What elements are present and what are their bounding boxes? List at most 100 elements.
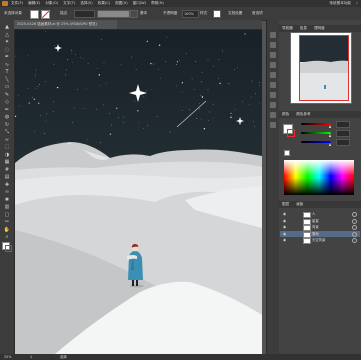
menu-help[interactable]: 帮助(H)	[151, 1, 164, 6]
target-icon[interactable]	[352, 238, 357, 243]
scale-tool-icon[interactable]: ⤡	[3, 129, 11, 135]
pencil-tool-icon[interactable]: ✏	[3, 107, 11, 113]
menu-edit[interactable]: 编辑(E)	[28, 1, 40, 6]
layer-row[interactable]: ◉ 背景	[280, 224, 360, 231]
artboard-number[interactable]: 1	[30, 354, 32, 360]
shape-builder-tool-icon[interactable]: ◑	[3, 152, 11, 158]
eye-icon[interactable]: ◉	[283, 232, 286, 236]
gradient-tool-icon[interactable]: ▤	[3, 174, 11, 180]
blue-slider[interactable]	[301, 141, 331, 143]
tab-navigator[interactable]: 导航器	[282, 26, 293, 30]
type-tool-icon[interactable]: T	[3, 69, 11, 75]
document-tab[interactable]: 2025-0426 插画素材.ai @ 25% (RGB/GPU 预览)	[14, 20, 117, 29]
blue-slider-handle[interactable]	[329, 143, 331, 146]
eye-icon[interactable]: ◉	[283, 219, 286, 223]
target-icon[interactable]	[352, 218, 357, 224]
line-tool-icon[interactable]: ╲	[3, 77, 11, 83]
properties-icon[interactable]	[270, 32, 276, 38]
width-tool-icon[interactable]: ≈	[3, 137, 11, 143]
stroke-color-swatch[interactable]	[287, 129, 295, 137]
green-slider[interactable]	[301, 132, 331, 134]
tab-info[interactable]: 信息	[300, 26, 307, 30]
shaper-tool-icon[interactable]: ◇	[3, 99, 11, 105]
preferences-button[interactable]: 首选项	[252, 11, 263, 16]
layer-row[interactable]: ◉ 天空背景	[280, 237, 360, 244]
target-icon[interactable]	[352, 225, 357, 230]
stroke-swatch[interactable]	[41, 10, 50, 19]
direct-selection-tool-icon[interactable]: △	[3, 32, 11, 38]
zoom-level[interactable]: 25%	[4, 354, 12, 360]
menu-window[interactable]: 窗口(W)	[133, 1, 147, 6]
green-value-field[interactable]	[336, 130, 350, 137]
gradient-icon[interactable]	[270, 92, 276, 98]
star-dot	[241, 100, 243, 102]
menu-select[interactable]: 选择(S)	[80, 1, 92, 6]
menu-type[interactable]: 文字(T)	[63, 1, 75, 6]
stroke-weight-field[interactable]	[74, 10, 95, 18]
tab-artboards[interactable]: 画板	[296, 202, 303, 206]
stroke-icon[interactable]	[270, 82, 276, 88]
eraser-tool-icon[interactable]: ◍	[3, 114, 11, 120]
column-graph-tool-icon[interactable]: ▥	[3, 204, 11, 210]
search-icon[interactable]: ⌕	[356, 1, 358, 6]
layer-row[interactable]: ◉ 雪地	[280, 230, 360, 238]
free-transform-tool-icon[interactable]: ⬚	[3, 144, 11, 150]
hand-tool-icon[interactable]: ✋	[3, 227, 11, 233]
menu-object[interactable]: 对象(O)	[45, 1, 58, 6]
workspace-switcher[interactable]: 传统基本功能	[329, 1, 351, 6]
red-value-field[interactable]	[336, 121, 350, 128]
eyedropper-tool-icon[interactable]: ✚	[3, 182, 11, 188]
target-icon[interactable]	[352, 231, 357, 237]
rectangle-tool-icon[interactable]: ▭	[3, 84, 11, 90]
color-spectrum[interactable]	[284, 160, 354, 195]
layer-row[interactable]: ◉ 星星	[280, 218, 360, 225]
layer-row[interactable]: ◉ 人	[280, 211, 360, 218]
red-slider[interactable]	[301, 123, 331, 125]
paintbrush-tool-icon[interactable]: ✎	[3, 92, 11, 98]
artboard-tool-icon[interactable]: ▢	[3, 212, 11, 218]
graphic-style-swatch[interactable]	[213, 10, 221, 18]
variable-width-field[interactable]	[97, 10, 130, 18]
tab-transparency[interactable]: 透明度	[314, 26, 325, 30]
mesh-tool-icon[interactable]: #	[3, 167, 11, 173]
blend-tool-icon[interactable]: ∞	[3, 189, 11, 195]
swatches-icon[interactable]	[270, 52, 276, 58]
selection-tool-icon[interactable]: ▲	[3, 24, 11, 30]
tab-color-guide[interactable]: 颜色参考	[296, 112, 310, 116]
menu-view[interactable]: 视图(V)	[115, 1, 127, 6]
blue-value-field[interactable]	[336, 139, 350, 146]
toolbar-stroke-swatch[interactable]	[5, 245, 12, 252]
slice-tool-icon[interactable]: ✂	[3, 219, 11, 225]
navigator-view-box[interactable]	[299, 35, 349, 101]
transparency-icon[interactable]	[270, 102, 276, 108]
tab-layers[interactable]: 图层	[282, 202, 289, 206]
zoom-tool-icon[interactable]: ⌕	[3, 234, 11, 240]
eye-icon[interactable]: ◉	[283, 212, 286, 216]
lasso-tool-icon[interactable]: ◌	[3, 47, 11, 53]
rotate-tool-icon[interactable]: ↻	[3, 122, 11, 128]
artboard[interactable]	[15, 30, 262, 354]
appearance-icon[interactable]	[270, 112, 276, 118]
graphic-styles-icon[interactable]	[270, 122, 276, 128]
green-slider-handle[interactable]	[329, 134, 331, 137]
symbols-icon[interactable]	[270, 72, 276, 78]
opacity-field[interactable]: 100%	[182, 10, 199, 18]
none-swatch[interactable]	[284, 150, 290, 156]
document-setup-button[interactable]: 文档设置	[228, 11, 242, 16]
perspective-tool-icon[interactable]: ▦	[3, 159, 11, 165]
menu-effect[interactable]: 效果(C)	[98, 1, 111, 6]
red-slider-handle[interactable]	[329, 125, 331, 128]
eye-icon[interactable]: ◉	[283, 225, 286, 229]
fill-swatch[interactable]	[30, 10, 39, 19]
libraries-icon[interactable]	[270, 42, 276, 48]
brushes-icon[interactable]	[270, 62, 276, 68]
eye-icon[interactable]: ◉	[283, 238, 286, 242]
curvature-tool-icon[interactable]: ∿	[3, 62, 11, 68]
menu-file[interactable]: 文件(F)	[11, 1, 23, 6]
tab-color[interactable]: 颜色	[282, 112, 289, 116]
pen-tool-icon[interactable]: ✒	[3, 54, 11, 60]
target-icon[interactable]	[352, 212, 357, 217]
symbol-sprayer-tool-icon[interactable]: ✱	[3, 197, 11, 203]
brush-definition-button[interactable]	[130, 10, 138, 18]
magic-wand-tool-icon[interactable]: ✦	[3, 39, 11, 45]
